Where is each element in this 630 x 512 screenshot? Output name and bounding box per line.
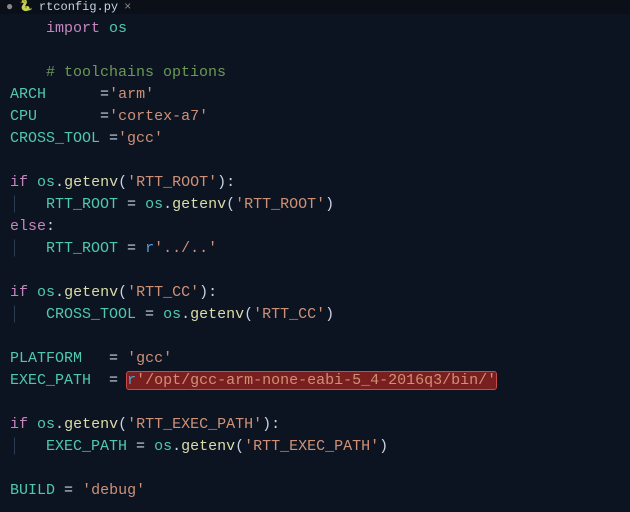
code-line-blank [10,392,620,414]
string: 'arm' [109,86,154,103]
string: 'RTT_ROOT' [127,174,217,191]
indent-guide: │ [10,438,46,455]
module-os: os [109,20,127,37]
string: 'gcc' [127,350,172,367]
code-line: PLATFORM = 'gcc' [10,348,620,370]
keyword-import: import [46,20,100,37]
var-rttroot: RTT_ROOT [46,240,118,257]
string: 'debug' [82,482,145,499]
tab-dot: ● [6,0,13,18]
string: '../..' [154,240,217,257]
code-line: else: [10,216,620,238]
var-rttroot: RTT_ROOT [46,196,118,213]
var-execpath: EXEC_PATH [10,372,91,389]
string: 'RTT_CC' [253,306,325,323]
code-line: ARCH ='arm' [10,84,620,106]
var-arch: ARCH [10,86,46,103]
code-line-blank [10,326,620,348]
highlighted-text: r'/opt/gcc-arm-none-eabi-5_4-2016q3/bin/… [127,372,496,389]
code-line: if os.getenv('RTT_ROOT'): [10,172,620,194]
tab-bar: ● 🐍 rtconfig.py × [0,0,630,14]
string: '/opt/gcc-arm-none-eabi-5_4-2016q3/bin/' [136,372,496,389]
var-crosstool: CROSS_TOOL [46,306,136,323]
keyword-if: if [10,416,28,433]
string: 'RTT_ROOT' [235,196,325,213]
fn-getenv: getenv [64,174,118,191]
code-line-blank [10,260,620,282]
code-line: EXEC_PATH = r'/opt/gcc-arm-none-eabi-5_4… [10,370,620,392]
keyword-if: if [10,284,28,301]
code-line: │ RTT_ROOT = r'../..' [10,238,620,260]
code-line: CPU ='cortex-a7' [10,106,620,128]
code-line: import os [10,18,620,40]
raw-prefix: r [145,240,154,257]
var-execpath: EXEC_PATH [46,438,127,455]
raw-prefix: r [127,372,136,389]
indent-guide: │ [10,196,46,213]
code-line: │ RTT_ROOT = os.getenv('RTT_ROOT') [10,194,620,216]
string: 'gcc' [118,130,163,147]
code-line: │ EXEC_PATH = os.getenv('RTT_EXEC_PATH') [10,436,620,458]
code-line-blank [10,40,620,62]
indent-guide: │ [10,240,46,257]
close-icon[interactable]: × [124,0,131,18]
code-editor[interactable]: import os # toolchains options ARCH ='ar… [0,14,630,512]
keyword-else: else [10,218,46,235]
string: 'cortex-a7' [109,108,208,125]
code-line: # toolchains options [10,62,620,84]
string: 'RTT_EXEC_PATH' [244,438,379,455]
string: 'RTT_EXEC_PATH' [127,416,262,433]
code-line: BUILD = 'debug' [10,480,620,502]
code-line: CROSS_TOOL ='gcc' [10,128,620,150]
var-platform: PLATFORM [10,350,82,367]
var-cpu: CPU [10,108,37,125]
comment: # toolchains options [46,64,226,81]
code-line: │ CROSS_TOOL = os.getenv('RTT_CC') [10,304,620,326]
python-icon: 🐍 [19,0,33,18]
indent-guide: │ [10,306,46,323]
string: 'RTT_CC' [127,284,199,301]
var-crosstool: CROSS_TOOL [10,130,100,147]
code-line: if os.getenv('RTT_CC'): [10,282,620,304]
keyword-if: if [10,174,28,191]
code-line: if os.getenv('RTT_EXEC_PATH'): [10,414,620,436]
code-line-blank [10,458,620,480]
code-line-blank [10,150,620,172]
var-build: BUILD [10,482,55,499]
tab-filename[interactable]: rtconfig.py [39,0,118,18]
